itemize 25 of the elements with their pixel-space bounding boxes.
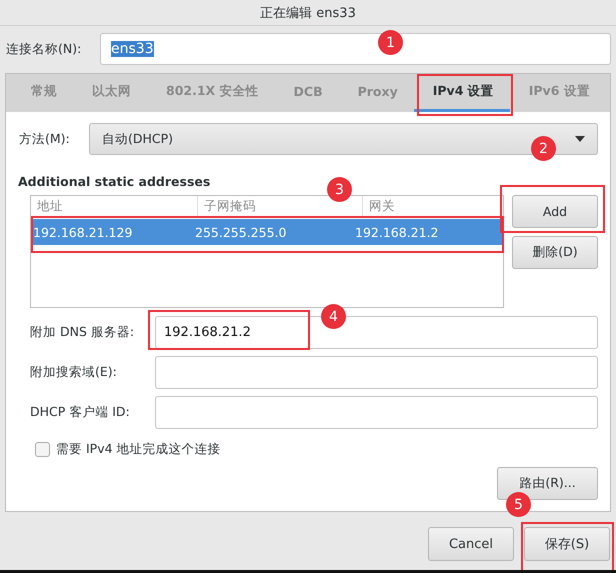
tab[interactable]: Proxy — [338, 74, 414, 112]
table-cell-text: 192.168.21.129 — [32, 224, 134, 240]
button[interactable]: 保存(S) — [524, 527, 610, 561]
tab[interactable]: DCB — [274, 74, 339, 112]
table-row[interactable]: 192.168.21.129 255.255.255.0 192.168.21.2 — [31, 219, 503, 245]
button[interactable]: 删除(D) — [512, 236, 598, 269]
tab[interactable]: IPv4 设置 — [414, 74, 510, 112]
column-header[interactable]: 地址 — [31, 196, 198, 216]
field-label: DHCP 客户端 ID: — [30, 404, 131, 420]
table-cell-text: 192.168.21.2 — [354, 224, 440, 240]
column-header[interactable]: 网关 — [363, 196, 503, 216]
button[interactable]: Add — [512, 195, 598, 228]
tab[interactable]: 802.1X 安全性 — [147, 74, 275, 112]
table-cell-text: 255.255.255.0 — [194, 224, 288, 240]
tab[interactable]: 以太网 — [73, 74, 147, 112]
field-label: 连接名称(N): — [6, 40, 82, 58]
button[interactable]: Cancel — [428, 527, 514, 561]
field-label: 附加搜索域(E): — [30, 364, 118, 380]
routes-button[interactable]: 路由(R)... — [497, 467, 598, 500]
tab[interactable]: IPv6 设置 — [510, 74, 606, 112]
field-label: 附加 DNS 服务器: — [30, 324, 136, 340]
field-label: 方法(M): — [18, 130, 71, 148]
window-title: 正在编辑 ens33 — [260, 4, 356, 22]
checkbox-label: 需要 IPv4 地址完成这个连接 — [56, 441, 221, 458]
tab[interactable]: 常规 — [12, 74, 73, 112]
